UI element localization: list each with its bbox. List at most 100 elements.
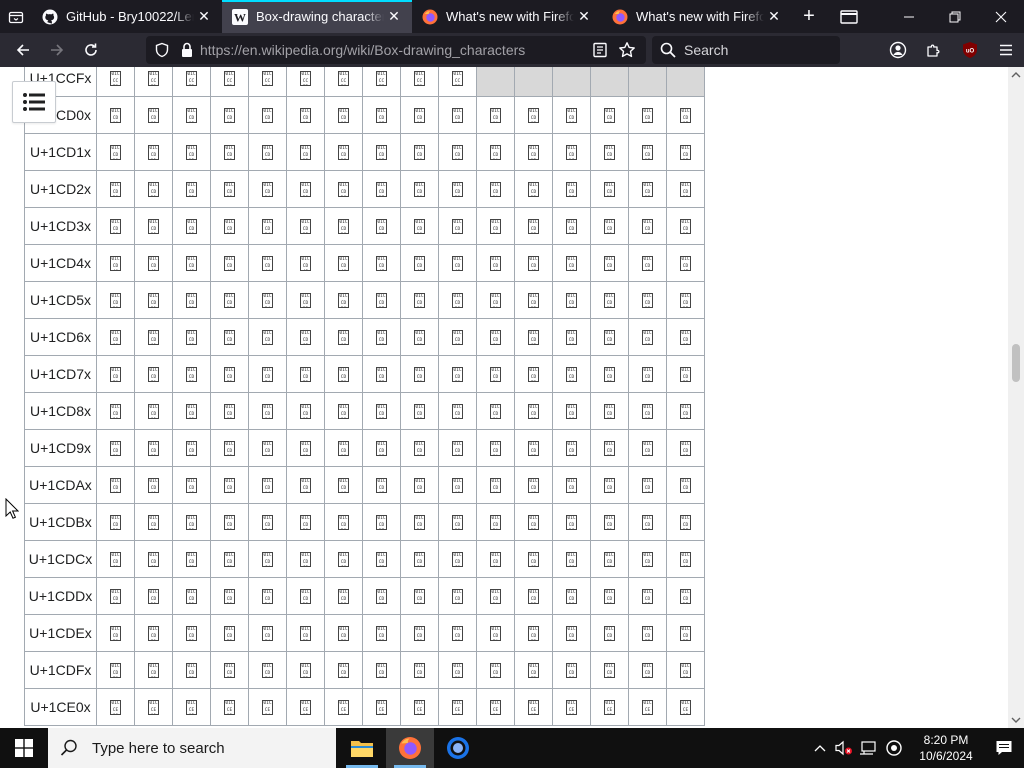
reload-button[interactable] — [74, 35, 108, 65]
close-window-button[interactable] — [978, 0, 1024, 33]
volume-button[interactable] — [832, 728, 856, 768]
missing-glyph-box-icon: 01CCDC7 — [376, 552, 387, 568]
character-cell: 01CCD85 — [286, 392, 325, 430]
extensions-button[interactable] — [916, 33, 952, 67]
ublock-origin-button[interactable]: uO — [952, 33, 988, 67]
wikipedia-icon: W — [232, 8, 248, 25]
missing-glyph-box-icon: 01CCD20 — [110, 182, 121, 198]
missing-glyph-box-icon: 01CCDCA — [490, 552, 501, 568]
character-cell: 01CCDF9 — [438, 651, 477, 689]
url-text[interactable]: https://en.wikipedia.org/wiki/Box-drawin… — [200, 42, 525, 58]
search-input[interactable]: Search — [684, 42, 728, 58]
bookmark-star-icon[interactable] — [618, 41, 636, 59]
shield-icon[interactable] — [154, 42, 170, 58]
character-cell: 01CCDAA — [476, 466, 515, 504]
character-cell: 01CCD27 — [362, 170, 401, 208]
missing-glyph-box-icon: 01CCDB8 — [414, 515, 425, 531]
missing-glyph-box-icon: 01CCDC8 — [414, 552, 425, 568]
character-cell: 01CCD58 — [400, 281, 439, 319]
firefox-view-button[interactable] — [826, 0, 872, 33]
taskbar-search-box[interactable]: Type here to search — [48, 728, 336, 768]
close-icon[interactable]: ✕ — [764, 7, 784, 27]
app-menu-button[interactable] — [988, 33, 1024, 67]
character-cell: 01CCD98 — [400, 429, 439, 467]
search-bar[interactable]: Search — [652, 36, 840, 64]
back-button[interactable] — [6, 35, 40, 65]
character-cell: 01CCD39 — [438, 207, 477, 245]
show-hidden-icons-button[interactable] — [808, 728, 832, 768]
vertical-scrollbar[interactable] — [1008, 67, 1024, 728]
missing-glyph-box-icon: 01CCD1B — [528, 145, 539, 161]
minimize-button[interactable] — [886, 0, 932, 33]
missing-glyph-box-icon: 01CCCF7 — [376, 71, 387, 87]
character-cell: 01CCD65 — [286, 318, 325, 356]
missing-glyph-box-icon: 01CCD6A — [490, 330, 501, 346]
tab-firefox-whatsnew-2[interactable]: What's new with Firefox ✕ — [602, 0, 792, 33]
tray-app-button[interactable] — [880, 728, 908, 768]
missing-glyph-box-icon: 01CCD6D — [604, 330, 615, 346]
taskbar-file-explorer[interactable] — [338, 728, 386, 768]
reader-view-icon[interactable] — [592, 42, 608, 58]
missing-glyph-box-icon: 01CCD4B — [528, 256, 539, 272]
scroll-up-arrow-icon[interactable] — [1008, 67, 1024, 83]
missing-glyph-box-icon: 01CCD56 — [338, 293, 349, 309]
character-cell: 01CCDF6 — [324, 651, 363, 689]
scroll-down-arrow-icon[interactable] — [1008, 712, 1024, 728]
character-cell: 01CCD81 — [134, 392, 173, 430]
missing-glyph-box-icon: 01CCD67 — [376, 330, 387, 346]
missing-glyph-box-icon: 01CCE03 — [224, 700, 235, 716]
character-cell: 01CCD84 — [248, 392, 287, 430]
taskbar-firefox[interactable] — [386, 728, 434, 768]
table-row: U+1CDCx 01CCDC0 01CCDC1 01CCDC2 01CCDC3 01CCD… — [24, 540, 705, 578]
taskbar-chrome-app[interactable] — [434, 728, 482, 768]
missing-glyph-box-icon: 01CCE0D — [604, 700, 615, 716]
forward-button[interactable] — [40, 35, 74, 65]
character-cell: 01CCCF4 — [248, 67, 287, 97]
missing-glyph-box-icon: 01CCDDA — [490, 589, 501, 605]
missing-glyph-box-icon: 01CCDE6 — [338, 626, 349, 642]
list-all-tabs-button[interactable] — [0, 0, 32, 33]
missing-glyph-box-icon: 01CCDBC — [566, 515, 577, 531]
missing-glyph-box-icon: 01CCD43 — [224, 256, 235, 272]
lock-icon[interactable] — [180, 42, 194, 58]
close-icon[interactable]: ✕ — [384, 7, 404, 27]
empty-cell — [666, 67, 705, 97]
close-icon[interactable]: ✕ — [574, 7, 594, 27]
action-center-button[interactable] — [984, 728, 1024, 768]
tab-wikipedia[interactable]: W Box-drawing characters - Wikipedia ✕ — [222, 0, 412, 33]
character-cell: 01CCD3A — [476, 207, 515, 245]
character-cell: 01CCD87 — [362, 392, 401, 430]
close-icon[interactable]: ✕ — [194, 7, 214, 27]
url-bar[interactable]: https://en.wikipedia.org/wiki/Box-drawin… — [146, 36, 646, 64]
missing-glyph-box-icon: 01CCD0E — [642, 108, 653, 124]
missing-glyph-box-icon: 01CCD4C — [566, 256, 577, 272]
clock-date: 10/6/2024 — [919, 749, 973, 763]
character-cell: 01CCD24 — [248, 170, 287, 208]
table-of-contents-button[interactable] — [12, 81, 56, 123]
account-button[interactable] — [880, 33, 916, 67]
tab-github[interactable]: GitHub - Bry10022/Lentan ✕ — [32, 0, 222, 33]
unicode-chart-body: U+1CCFx01CCCF001CCCF101CCCF201CCCF301CCC… — [24, 67, 705, 726]
character-cell: 01CCD7E — [628, 355, 667, 393]
character-cell: 01CCD53 — [210, 281, 249, 319]
restore-button[interactable] — [932, 0, 978, 33]
tab-firefox-whatsnew-1[interactable]: What's new with Firefox ✕ — [412, 0, 602, 33]
scrollbar-thumb[interactable] — [1012, 344, 1020, 382]
character-cell: 01CCD01 — [134, 96, 173, 134]
clock[interactable]: 8:20 PM 10/6/2024 — [908, 732, 984, 764]
character-cell: 01CCD8D — [590, 392, 629, 430]
missing-glyph-box-icon: 01CCDB6 — [338, 515, 349, 531]
missing-glyph-box-icon: 01CCDEB — [528, 626, 539, 642]
start-button[interactable] — [0, 728, 48, 768]
tabstrip-spacer — [872, 0, 886, 33]
character-cell: 01CCD0A — [476, 96, 515, 134]
network-button[interactable] — [856, 728, 880, 768]
character-cell: 01CCD06 — [324, 96, 363, 134]
missing-glyph-box-icon: 01CCD44 — [262, 256, 273, 272]
missing-glyph-box-icon: 01CCD2A — [490, 182, 501, 198]
new-tab-button[interactable]: + — [792, 0, 826, 33]
taskbar-search-input[interactable]: Type here to search — [92, 740, 225, 757]
missing-glyph-box-icon: 01CCD0B — [528, 108, 539, 124]
character-cell: 01CCDE5 — [286, 614, 325, 652]
character-cell: 01CCE00 — [96, 688, 135, 726]
